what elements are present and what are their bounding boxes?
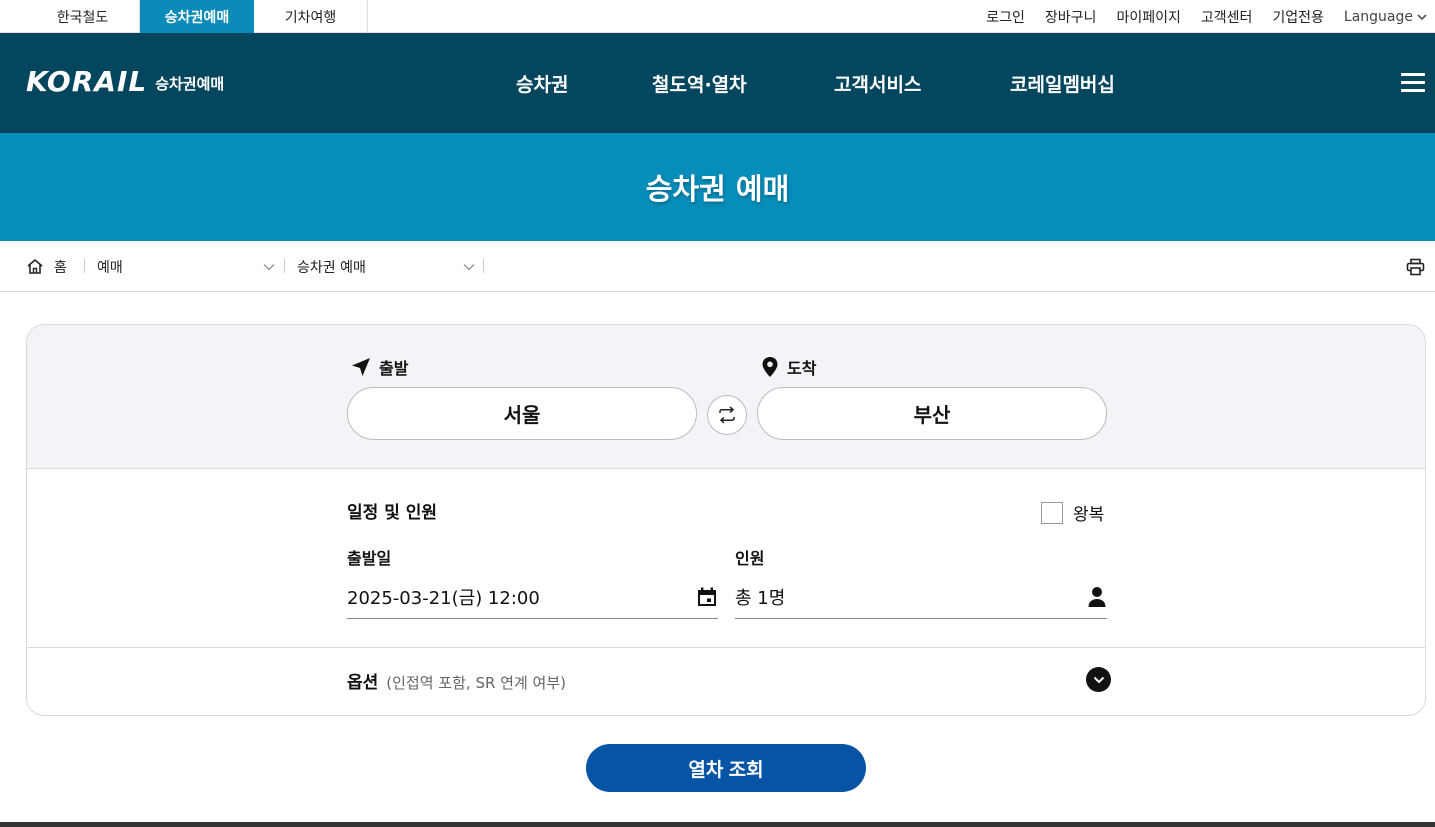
roundtrip-option[interactable]: 왕복 <box>1041 500 1104 525</box>
passengers-value: 총 1명 <box>735 587 786 609</box>
breadcrumb-level1-label: 예매 <box>97 259 123 276</box>
chevron-down-icon <box>1417 13 1427 20</box>
chevron-down-icon <box>1093 676 1104 683</box>
calendar-icon[interactable] <box>696 586 718 608</box>
page-banner: 승차권 예매 <box>0 133 1435 241</box>
footer-edge <box>0 822 1435 827</box>
roundtrip-checkbox[interactable] <box>1041 501 1063 524</box>
options-title: 옵션 <box>347 673 379 693</box>
main-header: KORAIL 승차권예매 승차권 철도역·열차 고객서비스 코레일멤버십 <box>0 33 1435 133</box>
support-link[interactable]: 고객센터 <box>1201 7 1253 27</box>
breadcrumb-level2[interactable]: 승차권 예매 <box>297 241 475 292</box>
logo-mark: KORAIL <box>26 65 148 98</box>
arrival-station-button[interactable]: 부산 <box>757 387 1107 440</box>
utility-links: 로그인 장바구니 마이페이지 고객센터 기업전용 Language <box>986 0 1427 33</box>
departure-date-field[interactable]: 2025-03-21(금) 12:00 <box>347 575 718 619</box>
utility-bar: 한국철도 승차권예매 기차여행 로그인 장바구니 마이페이지 고객센터 기업전용… <box>0 0 1435 33</box>
departure-station-button[interactable]: 서울 <box>347 387 697 440</box>
passengers-label: 인원 <box>735 549 765 568</box>
breadcrumb-home-label: 홈 <box>54 259 67 276</box>
options-header[interactable]: 옵션 (인접역 포함, SR 연계 여부) <box>347 668 566 693</box>
breadcrumb: 홈 예매 승차권 예매 <box>0 241 1435 292</box>
station-select-area: 출발 도착 서울 부산 <box>27 325 1425 469</box>
breadcrumb-level2-label: 승차권 예매 <box>297 259 366 276</box>
login-link[interactable]: 로그인 <box>986 7 1025 27</box>
departure-date-value: 2025-03-21(금) 12:00 <box>347 587 540 609</box>
ticket-search-panel: 출발 도착 서울 부산 일정 및 인원 왕복 출발일 2025-03-21(금)… <box>26 324 1426 716</box>
nav-ticket[interactable]: 승차권 <box>516 70 568 97</box>
departure-date-label: 출발일 <box>347 549 392 568</box>
schedule-section-title: 일정 및 인원 <box>347 503 438 523</box>
tab-ticket-reservation[interactable]: 승차권예매 <box>140 0 254 33</box>
swap-icon <box>719 406 735 424</box>
home-icon <box>27 258 43 274</box>
print-icon <box>1406 258 1425 275</box>
corporate-link[interactable]: 기업전용 <box>1272 7 1324 27</box>
logo-subtitle: 승차권예매 <box>155 75 225 93</box>
options-expand-button[interactable] <box>1086 667 1111 692</box>
passengers-field[interactable]: 총 1명 <box>735 575 1107 619</box>
options-description: (인접역 포함, SR 연계 여부) <box>386 674 566 692</box>
korail-logo[interactable]: KORAIL 승차권예매 <box>26 65 224 98</box>
mypage-link[interactable]: 마이페이지 <box>1116 7 1180 27</box>
breadcrumb-level1[interactable]: 예매 <box>97 241 275 292</box>
navigation-arrow-icon <box>352 358 370 376</box>
breadcrumb-home[interactable]: 홈 <box>26 241 67 292</box>
departure-label: 출발 <box>351 355 408 379</box>
cart-link[interactable]: 장바구니 <box>1045 7 1097 27</box>
chevron-down-icon <box>263 263 275 270</box>
language-select[interactable]: Language <box>1344 9 1427 25</box>
site-tabs: 한국철도 승차권예매 기차여행 <box>26 0 368 33</box>
location-pin-icon <box>762 357 778 377</box>
menu-icon[interactable] <box>1401 73 1425 93</box>
page-title: 승차권 예매 <box>645 172 790 206</box>
print-button[interactable] <box>1406 241 1425 292</box>
swap-stations-button[interactable] <box>707 395 747 435</box>
nav-station-train[interactable]: 철도역·열차 <box>652 70 747 97</box>
chevron-down-icon <box>463 263 475 270</box>
search-trains-button[interactable]: 열차 조회 <box>586 744 866 792</box>
tab-train-travel[interactable]: 기차여행 <box>254 0 368 33</box>
nav-membership[interactable]: 코레일멤버십 <box>1010 70 1115 97</box>
nav-customer-service[interactable]: 고객서비스 <box>834 70 921 97</box>
section-divider <box>27 647 1425 648</box>
language-label: Language <box>1343 8 1413 25</box>
person-icon[interactable] <box>1087 586 1107 608</box>
arrival-label: 도착 <box>761 355 816 379</box>
roundtrip-label: 왕복 <box>1073 505 1105 525</box>
tab-korail[interactable]: 한국철도 <box>26 0 140 33</box>
